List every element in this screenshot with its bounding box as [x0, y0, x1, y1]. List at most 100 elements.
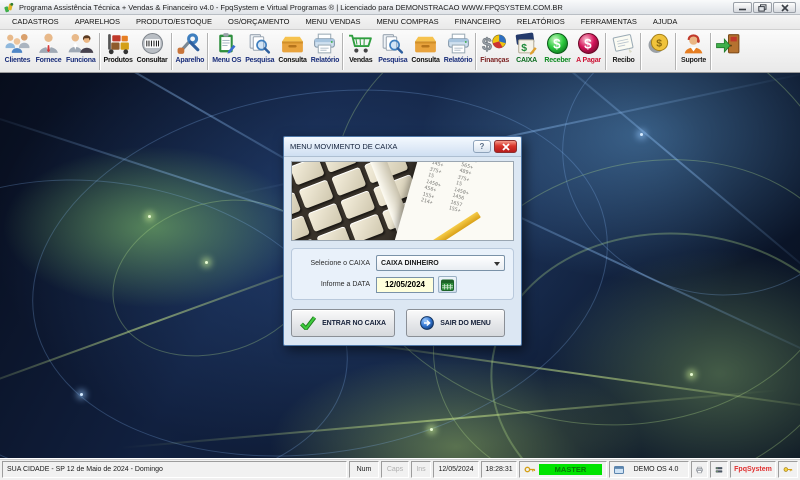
toolbar-button-label: Funciona	[66, 57, 96, 64]
menu-item-menu-vendas[interactable]: MENU VENDAS	[298, 15, 369, 29]
menu-item-menu-compras[interactable]: MENU COMPRAS	[369, 15, 447, 29]
drawer-icon	[412, 31, 439, 56]
glow-dot	[148, 215, 151, 218]
toolbar-button-label: Relatório	[310, 57, 340, 64]
menu-item-cadastros[interactable]: CADASTROS	[4, 15, 67, 29]
desktop-wallpaper: MENU MOVIMENTO DE CAIXA ? 145+ 375+ 15 1…	[0, 73, 800, 458]
caixa-select-label: Selecione o CAIXA	[310, 259, 370, 267]
toolbar-separator	[640, 33, 643, 70]
status-key[interactable]	[778, 461, 798, 478]
toolbar-button-fornecedor[interactable]: Fornece	[33, 31, 64, 72]
toolbar-button-suporte[interactable]: Suporte	[678, 31, 709, 72]
toolbar-button-consultar-produtos[interactable]: Consultar	[135, 31, 170, 72]
dialog-title-bar[interactable]: MENU MOVIMENTO DE CAIXA ?	[284, 137, 521, 157]
dialog-close-button[interactable]	[494, 140, 517, 153]
svg-text:$: $	[584, 36, 592, 51]
receipt-icon	[610, 31, 637, 56]
toolbar-button-pesquisa-vendas[interactable]: Pesquisa	[376, 31, 409, 72]
toolbar-button-receber[interactable]: $ Receber	[542, 31, 573, 72]
toolbar-button-relatorio-os[interactable]: Relatório	[309, 31, 342, 72]
toolbar-button-caixa[interactable]: $ CAIXA	[511, 31, 542, 72]
calendar-button[interactable]	[438, 276, 457, 293]
toolbar-button-consulta-os[interactable]: Consulta	[276, 31, 308, 72]
status-insert: Ins	[411, 461, 431, 478]
tools-icon	[176, 31, 203, 56]
toolbar-separator	[207, 33, 210, 70]
toolbar-button-label: Menu OS	[212, 57, 242, 64]
toolbar-button-financas[interactable]: $ Finanças	[478, 31, 511, 72]
status-date: 12/05/2024	[433, 461, 479, 478]
toolbar-button-label: Produtos	[103, 57, 133, 64]
chevron-down-icon	[494, 262, 500, 266]
exit-door-icon	[715, 31, 742, 56]
coin-icon: $	[645, 31, 672, 56]
toolbar-button-consulta-vendas[interactable]: Consulta	[409, 31, 441, 72]
status-printer[interactable]	[691, 461, 708, 478]
date-input[interactable]: 12/05/2024	[376, 276, 434, 293]
close-button[interactable]	[773, 2, 796, 13]
menu-item-ajuda[interactable]: AJUDA	[645, 15, 686, 29]
sair-menu-button[interactable]: SAIR DO MENU	[406, 309, 505, 337]
menu-item-os-orcamento[interactable]: OS/ORÇAMENTO	[220, 15, 298, 29]
key-icon	[524, 466, 536, 473]
toolbar-button-relatorio-vendas[interactable]: Relatório	[442, 31, 475, 72]
cash-book-icon: $	[513, 31, 540, 56]
status-user: MASTER	[519, 461, 607, 478]
barcode-icon	[139, 31, 166, 56]
toolbar-button-label: Recibo	[612, 57, 635, 64]
glow-dot	[640, 133, 643, 136]
menu-item-financeiro[interactable]: FINANCEIRO	[447, 15, 509, 29]
toolbar-button-funcionario[interactable]: Funciona	[64, 31, 98, 72]
status-network[interactable]	[710, 461, 728, 478]
sair-menu-label: SAIR DO MENU	[440, 319, 491, 327]
toolbar-button-label: Vendas	[349, 57, 373, 64]
products-cart-icon	[105, 31, 132, 56]
cash-photo: 4.85+ 2.65+ 145+ 375+ 15 1450+ 456+ 155+…	[291, 161, 514, 241]
menu-bar: CADASTROS APARELHOS PRODUTO/ESTOQUE OS/O…	[0, 15, 800, 30]
toolbar-button-pesquisa-os[interactable]: Pesquisa	[243, 31, 276, 72]
document-search-icon	[379, 31, 406, 56]
menu-item-ferramentas[interactable]: FERRAMENTAS	[573, 15, 645, 29]
menu-item-aparelhos[interactable]: APARELHOS	[67, 15, 128, 29]
toolbar-button-label: CAIXA	[516, 57, 537, 64]
dialog-title: MENU MOVIMENTO DE CAIXA	[290, 142, 398, 151]
maximize-button[interactable]	[753, 2, 772, 13]
support-agent-icon	[680, 31, 707, 56]
printer-icon	[696, 466, 703, 473]
toolbar-button-aparelho[interactable]: Aparelho	[174, 31, 207, 72]
maximize-icon	[758, 3, 767, 12]
toolbar-button-moeda[interactable]: $	[643, 31, 674, 72]
toolbar-button-label: Receber	[544, 57, 571, 64]
toolbar-separator	[170, 33, 173, 70]
toolbar-button-clientes[interactable]: Clientes	[2, 31, 33, 72]
svg-text:$: $	[656, 38, 662, 49]
minimize-icon	[739, 8, 746, 11]
toolbar-button-produtos[interactable]: Produtos	[102, 31, 135, 72]
check-icon	[300, 316, 317, 330]
toolbar-button-menu-os[interactable]: Menu OS	[210, 31, 243, 72]
clients-icon	[4, 31, 31, 56]
title-bar: Programa Assistência Técnica + Vendas & …	[0, 0, 800, 15]
enter-caixa-label: ENTRAR NO CAIXA	[322, 319, 386, 327]
toolbar-button-label: Finanças	[480, 57, 510, 64]
toolbar-button-a-pagar[interactable]: $ A Pagar	[573, 31, 604, 72]
caixa-select[interactable]: CAIXA DINHEIRO	[376, 255, 505, 271]
minimize-button[interactable]	[733, 2, 752, 13]
app-icon	[4, 2, 14, 12]
dialog-help-button[interactable]: ?	[473, 140, 491, 153]
toolbar-button-recibo[interactable]: Recibo	[608, 31, 639, 72]
toolbar: Clientes Fornece Funciona Produtos Consu…	[0, 30, 800, 73]
toolbar-button-sair[interactable]	[713, 31, 744, 72]
glow-dot	[80, 393, 83, 396]
enter-caixa-button[interactable]: ENTRAR NO CAIXA	[291, 309, 395, 337]
supplier-icon	[35, 31, 62, 56]
menu-item-produto-estoque[interactable]: PRODUTO/ESTOQUE	[128, 15, 220, 29]
date-field-label: Informe a DATA	[320, 281, 370, 288]
toolbar-button-vendas[interactable]: Vendas	[345, 31, 376, 72]
arrow-right-icon	[420, 316, 435, 330]
window-title: Programa Assistência Técnica + Vendas & …	[19, 2, 563, 12]
toolbar-button-label: Pesquisa	[245, 57, 275, 64]
finance-dollar-pie-icon: $	[481, 31, 508, 56]
menu-item-relatorios[interactable]: RELATÓRIOS	[509, 15, 573, 29]
toolbar-button-label: Aparelho	[175, 57, 205, 64]
